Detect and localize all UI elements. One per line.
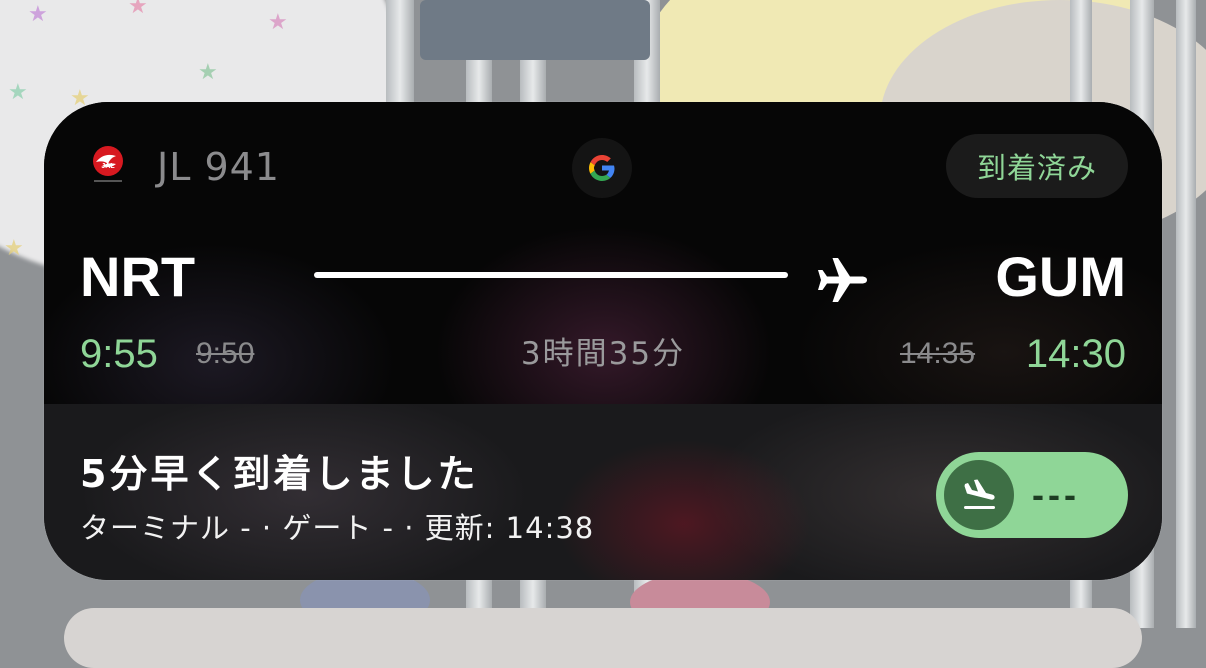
arrival-headline: 5分早く到着しました xyxy=(80,452,479,496)
flight-number: JL 941 xyxy=(157,145,280,189)
jal-crane-logo-icon: JAL xyxy=(86,142,130,186)
terminal-gate-details: ターミナル - · ゲート - · 更新: 14:38 xyxy=(80,511,595,545)
arrival-actual-time: 14:30 xyxy=(1025,332,1126,376)
flight-phase-indicator: --- xyxy=(936,452,1128,538)
destination-airport-code: GUM xyxy=(995,245,1126,308)
google-g-icon[interactable] xyxy=(572,138,632,198)
flight-duration: 3時間35分 xyxy=(520,336,686,372)
airplane-icon xyxy=(814,252,870,308)
arrival-scheduled-time: 14:35 xyxy=(900,337,976,370)
origin-airport-code: NRT xyxy=(80,245,196,308)
plane-landing-icon xyxy=(944,460,1014,530)
next-notification-card[interactable] xyxy=(64,608,1142,668)
flight-live-activity-card[interactable]: JAL JL 941 到着済み NRT GUM 9:55 9:50 3時間35分… xyxy=(44,102,1162,580)
route-progress-line xyxy=(314,272,788,278)
svg-text:JAL: JAL xyxy=(101,163,115,170)
progress-label: --- xyxy=(1032,474,1080,515)
flight-status-badge: 到着済み xyxy=(946,134,1128,198)
